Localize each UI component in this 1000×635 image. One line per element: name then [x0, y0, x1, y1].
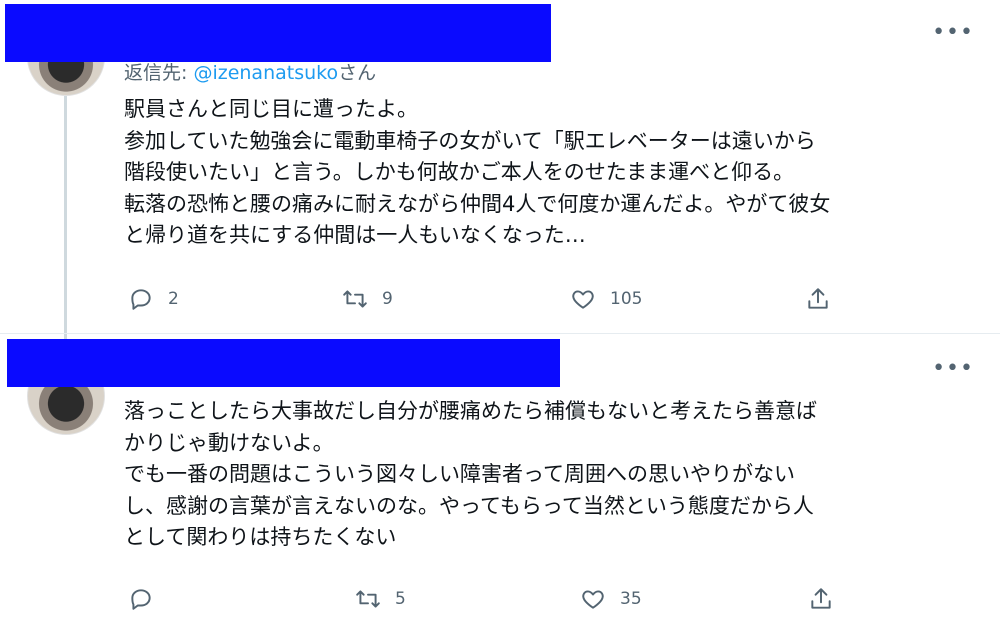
like-count: 35 [620, 589, 642, 609]
tweet-divider [0, 333, 1000, 334]
reply-icon [131, 589, 151, 610]
reply-to-label: 返信先: [124, 62, 194, 84]
reply-icon [131, 289, 151, 310]
retweet-button[interactable]: 9 [342, 286, 393, 312]
reply-button[interactable]: 2 [128, 286, 179, 312]
reply-to-suffix: さん [338, 62, 377, 84]
more-icon[interactable]: ••• [932, 358, 974, 380]
tweet-text-line: 参加していた勉強会に電動車椅子の女がいて「駅エレベーターは遠いから [124, 128, 816, 153]
reply-to-handle-link[interactable]: @izenanatsuko [193, 62, 338, 84]
thread-connector-line [64, 96, 67, 342]
tweet-text-line: でも一番の問題はこういう図々しい障害者って周囲への思いやりがない [124, 462, 795, 486]
tweet-text-line: として関わりは持ちたくない [124, 525, 397, 549]
retweet-icon [343, 290, 367, 308]
redacted-username-bar [7, 339, 560, 387]
tweet-text: 落っことしたら大事故だし自分が腰痛めたら補償もないと考えたら善意ば かりじゃ動け… [124, 396, 817, 554]
reply-count: 2 [168, 289, 179, 309]
like-count: 105 [610, 289, 643, 309]
retweet-count: 5 [395, 589, 406, 609]
tweet-text-line: と帰り道を共にする仲間は一人もいなくなった… [124, 223, 586, 247]
tweet-text-line: 駅員さんと同じ目に遭ったよ。 [124, 97, 418, 121]
like-button[interactable]: 35 [580, 586, 642, 612]
retweet-count: 9 [382, 289, 393, 309]
redacted-username-bar [5, 4, 551, 62]
reply-button[interactable] [128, 586, 168, 612]
share-icon [811, 588, 831, 609]
retweet-icon [356, 590, 380, 608]
tweet-text-line: 落っことしたら大事故だし自分が腰痛めたら補償もないと考えたら善意ば [124, 399, 817, 423]
share-button[interactable] [805, 286, 831, 312]
reply-to-line: 返信先: @izenanatsukoさん [124, 58, 376, 85]
tweet-text-line: し、感謝の言葉が言えないのな。やってもらって当然という態度だから人 [124, 493, 814, 518]
share-button[interactable] [808, 586, 834, 612]
retweet-button[interactable]: 5 [355, 586, 406, 612]
like-icon [582, 590, 604, 609]
more-icon[interactable]: ••• [932, 22, 974, 44]
like-icon [572, 290, 594, 309]
like-button[interactable]: 105 [570, 286, 642, 312]
tweet-text: 駅員さんと同じ目に遭ったよ。 参加していた勉強会に電動車椅子の女がいて「駅エレベ… [124, 94, 830, 252]
tweet-text-line: かりじゃ動けないよ。 [124, 430, 334, 455]
tweet-text-line: 階段使いたい」と言う。しかも何故かご本人をのせたまま運べと仰る。 [124, 160, 795, 184]
share-icon [808, 288, 828, 309]
tweet-text-line: 転落の恐怖と腰の痛みに耐えながら仲間4人で何度か運んだよ。やがて彼女 [124, 191, 831, 216]
